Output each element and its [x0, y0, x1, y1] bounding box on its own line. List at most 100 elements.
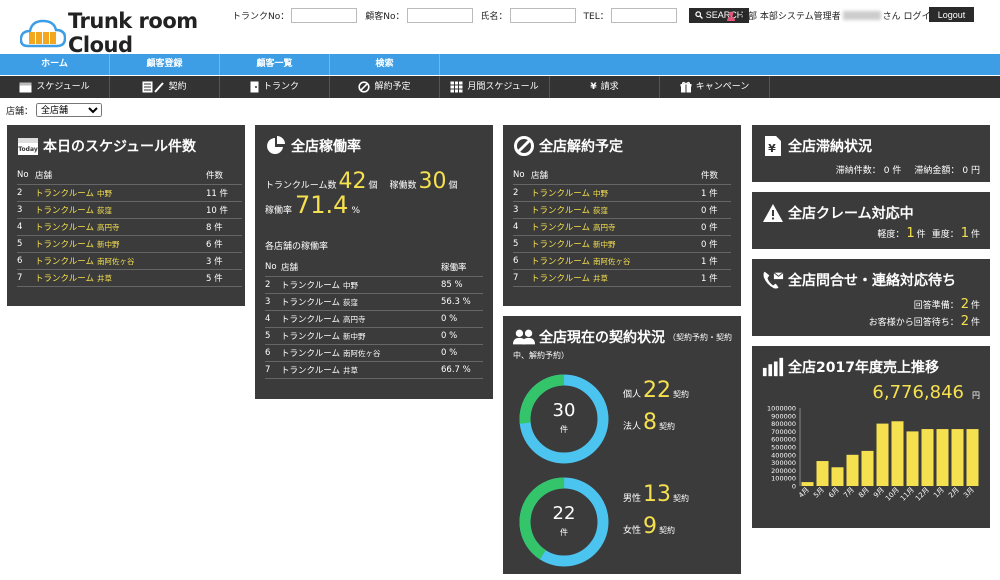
nav-monthly-schedule[interactable]: 月間スケジュール — [440, 76, 550, 98]
claims-light: 1 — [906, 226, 915, 241]
row-value: 3 件 — [206, 252, 242, 270]
row-store[interactable]: トランクルーム 新中野 — [531, 235, 701, 253]
overdue-count: 0 件 — [883, 166, 902, 176]
nav-campaign[interactable]: キャンペーン — [660, 76, 770, 98]
app-logo[interactable]: Trunk room Cloud — [19, 9, 230, 57]
today-calendar-icon: Today — [17, 135, 39, 157]
row-store[interactable]: トランクルーム 井草 — [35, 269, 206, 287]
search-icon — [695, 11, 703, 19]
nav-trunk[interactable]: トランク — [220, 76, 330, 98]
nav-billing[interactable]: ¥ 請求 — [550, 76, 660, 98]
x-tick-label: 4月 — [797, 486, 811, 500]
x-tick-label: 3月 — [962, 486, 976, 500]
table-row: 2 トランクルーム 中野 85 % — [265, 276, 483, 294]
panel-title: 全店解約予定 — [539, 139, 623, 155]
name-input[interactable] — [509, 7, 576, 23]
logo-text: Trunk room Cloud — [68, 9, 198, 57]
nav-cancel-plan[interactable]: 解約予定 — [330, 76, 440, 98]
store-filter: 店舗： 全店舗 — [6, 103, 103, 117]
row-value: 0 % — [441, 310, 483, 328]
contract-icon — [142, 81, 165, 93]
nav-schedule[interactable]: スケジュール — [0, 76, 110, 98]
grid-calendar-icon — [450, 81, 463, 93]
table-row: 4 トランクルーム 高円寺 0 件 — [513, 218, 731, 236]
row-no: 5 — [17, 235, 35, 253]
phone-mail-icon — [762, 269, 784, 291]
row-store: トランクルーム 荻窪 — [281, 293, 441, 311]
customer-no-label: 顧客No： — [365, 11, 405, 22]
row-value: 56.3 % — [441, 293, 483, 311]
svg-text:Today: Today — [18, 146, 38, 153]
row-value: 1 件 — [701, 184, 731, 202]
row-no: 6 — [513, 252, 531, 270]
row-store: トランクルーム 井草 — [281, 361, 441, 379]
sales-bar — [831, 467, 844, 486]
rate-value: 71.4 — [295, 191, 349, 219]
row-no: 7 — [265, 361, 281, 379]
nav-search[interactable]: 検索 — [330, 54, 440, 75]
inquiries-wait: 2 — [960, 314, 969, 329]
x-tick-label: 12月 — [914, 486, 931, 503]
y-tick-label: 200000 — [771, 467, 796, 475]
user-name-redacted — [842, 11, 881, 20]
sales-bar-chart: 0100000200000300000400000500000600000700… — [767, 405, 979, 503]
y-tick-label: 0 — [792, 483, 796, 491]
contracts-note: 中、解約予約） — [513, 351, 569, 360]
sales-bar — [861, 450, 874, 486]
tel-input[interactable] — [610, 7, 677, 23]
row-value: 0 % — [441, 344, 483, 362]
row-store[interactable]: トランクルーム 中野 — [531, 184, 701, 202]
nav-customer-register[interactable]: 顧客登録 — [110, 54, 220, 75]
row-value: 1 件 — [701, 269, 731, 287]
table-row: 6 トランクルーム 南阿佐ヶ谷 1 件 — [513, 252, 731, 270]
row-value: 85 % — [441, 276, 483, 294]
row-store[interactable]: トランクルーム 高円寺 — [35, 218, 206, 236]
table-row: 2 トランクルーム 中野 11 件 — [17, 184, 242, 202]
row-store[interactable]: トランクルーム 南阿佐ヶ谷 — [35, 252, 206, 270]
panel-occupancy: 全店稼働率 トランクルーム数 42 個 稼働数 30 個 稼働率 71.4 % … — [255, 125, 493, 399]
row-store[interactable]: トランクルーム 南阿佐ヶ谷 — [531, 252, 701, 270]
row-store[interactable]: トランクルーム 荻窪 — [531, 201, 701, 219]
store-filter-label: 店舗： — [6, 106, 34, 117]
row-store: トランクルーム 新中野 — [281, 327, 441, 345]
corporate-count: 8 — [643, 410, 658, 435]
row-store[interactable]: トランクルーム 荻窪 — [35, 201, 206, 219]
store-select[interactable]: 全店舗 — [36, 103, 103, 117]
donut1-total: 30 — [552, 400, 576, 421]
panel-title: 全店2017年度売上推移 — [788, 360, 939, 376]
customer-no-input[interactable] — [406, 7, 473, 23]
table-row: 7 トランクルーム 井草 5 件 — [17, 269, 242, 287]
row-no: 7 — [513, 269, 531, 287]
row-store[interactable]: トランクルーム 高円寺 — [531, 218, 701, 236]
cloud-boxes-icon — [19, 18, 67, 48]
sales-bar — [921, 429, 934, 486]
trunk-no-input[interactable] — [291, 7, 358, 23]
nav-home[interactable]: ホーム — [0, 54, 110, 75]
sales-bar — [876, 423, 889, 486]
cancel-table: No 店舗 件数 2 トランクルーム 中野 1 件 3 トランクルーム 荻窪 0 件 4 トランクルー… — [513, 167, 731, 287]
y-tick-label: 1000000 — [767, 405, 796, 413]
active-label: 稼働数 — [389, 181, 417, 191]
sales-total: 6,776,846 — [872, 382, 964, 403]
row-store[interactable]: トランクルーム 中野 — [35, 184, 206, 202]
sales-bar — [846, 454, 859, 486]
row-value: 6 件 — [206, 235, 242, 253]
panel-overdue: ¥ 全店滞納状況 滞納件数： 0 件 滞納金額： 0 円 — [752, 125, 990, 182]
table-row: 2 トランクルーム 中野 1 件 — [513, 184, 731, 202]
user-info: 本部 本部システム管理者 さん ログイン中 — [726, 9, 948, 22]
primary-nav: ホーム 顧客登録 顧客一覧 検索 — [0, 54, 1000, 75]
y-tick-label: 900000 — [771, 412, 796, 420]
y-tick-label: 800000 — [771, 420, 796, 428]
nav-customer-list[interactable]: 顧客一覧 — [220, 54, 330, 75]
gift-icon — [680, 81, 692, 93]
nav-contract[interactable]: 契約 — [110, 76, 220, 98]
x-tick-label: 5月 — [812, 486, 826, 500]
x-tick-label: 1月 — [932, 486, 946, 500]
yen-document-icon: ¥ — [762, 135, 784, 157]
row-store[interactable]: トランクルーム 井草 — [531, 269, 701, 287]
logout-button[interactable]: Logout — [929, 7, 974, 22]
user-prefix: 本部 本部システム管理者 — [739, 12, 841, 22]
row-store[interactable]: トランクルーム 新中野 — [35, 235, 206, 253]
svg-text:¥: ¥ — [768, 142, 776, 155]
row-no: 4 — [17, 218, 35, 236]
